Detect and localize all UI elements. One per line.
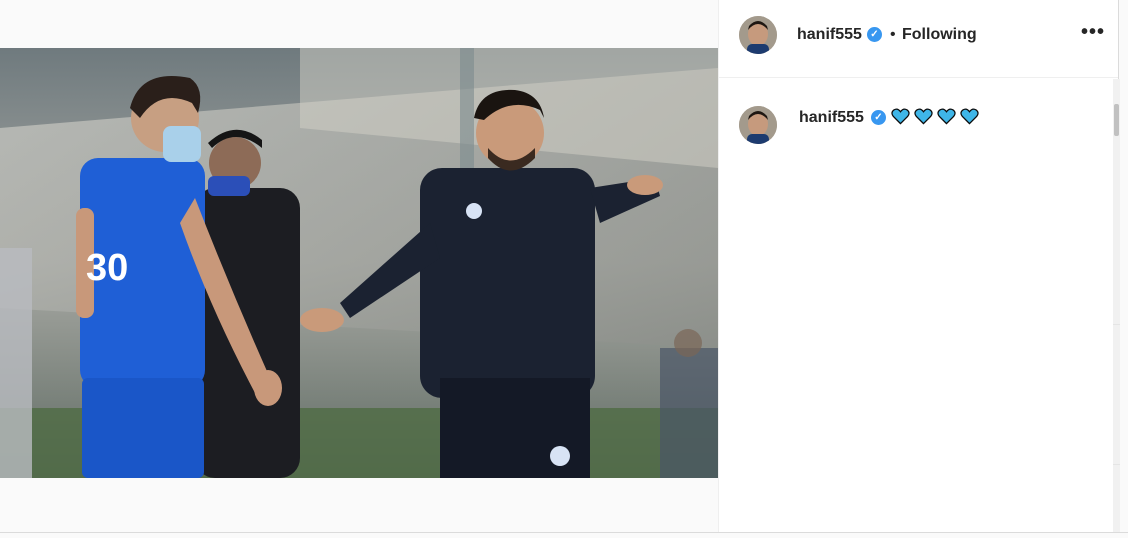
caption-text bbox=[891, 107, 983, 126]
comments-scrollbar[interactable] bbox=[1113, 79, 1120, 532]
jersey-number: 30 bbox=[86, 247, 128, 289]
post-image: 30 bbox=[0, 48, 718, 478]
comments-section bbox=[719, 79, 1114, 532]
verified-badge-icon: ✓ bbox=[871, 110, 886, 125]
following-button[interactable]: Following bbox=[902, 26, 977, 44]
scrollbar-thumb[interactable] bbox=[1114, 104, 1119, 136]
author-username[interactable]: hanif555 bbox=[797, 26, 862, 44]
post-details-panel: hanif555 ✓ • Following ••• hanif555 ✓ bbox=[718, 0, 1120, 532]
blue-heart-icon bbox=[960, 108, 979, 125]
scrollbar-divider bbox=[1113, 324, 1120, 325]
verified-badge-icon: ✓ bbox=[867, 27, 882, 42]
caption-author-avatar[interactable] bbox=[739, 106, 777, 144]
caption-username[interactable]: hanif555 bbox=[799, 109, 864, 127]
post-header: hanif555 ✓ • Following ••• bbox=[719, 0, 1118, 78]
blue-heart-icon bbox=[937, 108, 956, 125]
more-options-icon[interactable]: ••• bbox=[1079, 22, 1107, 50]
photo-footer-area bbox=[0, 478, 718, 532]
blue-heart-icon bbox=[914, 108, 933, 125]
profile-photo-icon bbox=[739, 106, 777, 144]
separator-dot: • bbox=[890, 26, 896, 43]
author-avatar[interactable] bbox=[739, 16, 777, 54]
profile-photo-icon bbox=[739, 16, 777, 54]
blue-heart-icon bbox=[891, 108, 910, 125]
post-photo[interactable]: 30 bbox=[0, 48, 718, 478]
scrollbar-divider bbox=[1113, 464, 1120, 465]
divider bbox=[0, 532, 1128, 533]
